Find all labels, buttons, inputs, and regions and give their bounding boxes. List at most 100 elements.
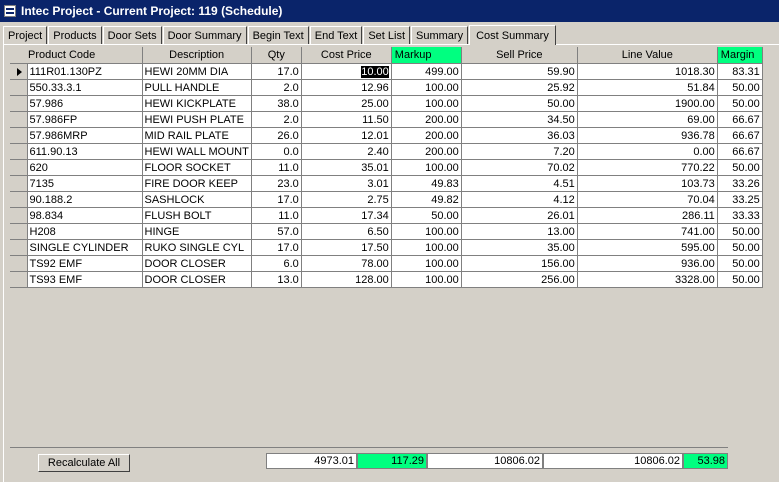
row-selector[interactable]	[10, 63, 28, 80]
cell-product-code[interactable]: 57.986	[27, 95, 143, 112]
cell-margin[interactable]: 66.67	[717, 111, 763, 128]
cell-sell-price[interactable]: 36.03	[461, 127, 578, 144]
cell-product-code[interactable]: TS93 EMF	[27, 271, 143, 288]
cell-qty[interactable]: 38.0	[251, 95, 302, 112]
cell-line-value[interactable]: 1900.00	[577, 95, 718, 112]
cell-product-code[interactable]: 550.33.3.1	[27, 79, 143, 96]
row-selector[interactable]	[10, 143, 28, 160]
cell-line-value[interactable]: 1018.30	[577, 63, 718, 80]
row-selector[interactable]	[10, 127, 28, 144]
cell-margin[interactable]: 50.00	[717, 255, 763, 272]
cell-markup[interactable]: 499.00	[391, 63, 462, 80]
table-row[interactable]: 90.188.2 SASHLOCK 17.0 2.75 49.82 4.12 70.04 33…	[10, 191, 763, 208]
cell-description[interactable]: HEWI PUSH PLATE	[142, 111, 252, 128]
cell-qty[interactable]: 0.0	[251, 143, 302, 160]
cell-qty[interactable]: 17.0	[251, 239, 302, 256]
cell-line-value[interactable]: 936.78	[577, 127, 718, 144]
cell-cost-price[interactable]: 11.50	[301, 111, 392, 128]
cell-cost-price[interactable]: 35.01	[301, 159, 392, 176]
cell-cost-price[interactable]: 10.00	[301, 63, 392, 80]
cell-cost-price[interactable]: 78.00	[301, 255, 392, 272]
cell-description[interactable]: HEWI 20MM DIA	[142, 63, 252, 80]
cell-qty[interactable]: 2.0	[251, 111, 302, 128]
cell-description[interactable]: HINGE	[142, 223, 252, 240]
cell-description[interactable]: FLOOR SOCKET	[142, 159, 252, 176]
cell-markup[interactable]: 50.00	[391, 207, 462, 224]
cell-line-value[interactable]: 51.84	[577, 79, 718, 96]
cell-description[interactable]: MID RAIL PLATE	[142, 127, 252, 144]
row-selector[interactable]	[10, 175, 28, 192]
tab-products[interactable]: Products	[48, 26, 102, 44]
cell-sell-price[interactable]: 50.00	[461, 95, 578, 112]
cell-description[interactable]: HEWI WALL MOUNT	[142, 143, 252, 160]
tab-set-list[interactable]: Set List	[363, 26, 411, 44]
row-selector[interactable]	[10, 239, 28, 256]
cell-qty[interactable]: 11.0	[251, 159, 302, 176]
cell-cost-price[interactable]: 17.34	[301, 207, 392, 224]
col-header-line-value[interactable]: Line Value	[577, 47, 718, 64]
cell-cost-price[interactable]: 6.50	[301, 223, 392, 240]
cell-sell-price[interactable]: 59.90	[461, 63, 578, 80]
cell-qty[interactable]: 2.0	[251, 79, 302, 96]
col-header-qty[interactable]: Qty	[251, 47, 302, 64]
cell-product-code[interactable]: 620	[27, 159, 143, 176]
cell-margin[interactable]: 66.67	[717, 127, 763, 144]
row-selector[interactable]	[10, 207, 28, 224]
cell-markup[interactable]: 49.82	[391, 191, 462, 208]
cell-description[interactable]: FIRE DOOR KEEP	[142, 175, 252, 192]
cell-product-code[interactable]: 57.986FP	[27, 111, 143, 128]
cell-sell-price[interactable]: 70.02	[461, 159, 578, 176]
cell-markup[interactable]: 100.00	[391, 255, 462, 272]
cell-line-value[interactable]: 103.73	[577, 175, 718, 192]
cell-line-value[interactable]: 595.00	[577, 239, 718, 256]
cell-qty[interactable]: 26.0	[251, 127, 302, 144]
cell-sell-price[interactable]: 13.00	[461, 223, 578, 240]
cell-line-value[interactable]: 69.00	[577, 111, 718, 128]
cell-product-code[interactable]: H208	[27, 223, 143, 240]
cell-markup[interactable]: 100.00	[391, 95, 462, 112]
row-selector[interactable]	[10, 95, 28, 112]
tab-summary[interactable]: Summary	[411, 26, 469, 44]
tab-project[interactable]: Project	[3, 26, 48, 44]
cell-sell-price[interactable]: 4.12	[461, 191, 578, 208]
table-row[interactable]: 57.986MRP MID RAIL PLATE 26.0 12.01 200.00 36…	[10, 127, 763, 144]
table-row[interactable]: 611.90.13 HEWI WALL MOUNT 0.0 2.40 200.00 7.2…	[10, 143, 763, 160]
row-selector[interactable]	[10, 159, 28, 176]
cell-description[interactable]: DOOR CLOSER	[142, 271, 252, 288]
row-selector[interactable]	[10, 79, 28, 96]
col-header-cost-price[interactable]: Cost Price	[301, 47, 392, 64]
cell-cost-price[interactable]: 25.00	[301, 95, 392, 112]
cell-line-value[interactable]: 770.22	[577, 159, 718, 176]
cell-markup[interactable]: 100.00	[391, 159, 462, 176]
tab-end-text[interactable]: End Text	[309, 26, 363, 44]
cell-qty[interactable]: 13.0	[251, 271, 302, 288]
cell-margin[interactable]: 33.25	[717, 191, 763, 208]
cell-cost-price[interactable]: 12.01	[301, 127, 392, 144]
table-row[interactable]: 57.986FP HEWI PUSH PLATE 2.0 11.50 200.00 34.…	[10, 111, 763, 128]
cell-margin[interactable]: 50.00	[717, 239, 763, 256]
cell-qty[interactable]: 57.0	[251, 223, 302, 240]
table-row[interactable]: H208 HINGE 57.0 6.50 100.00 13.00 741.00 50.00	[10, 223, 763, 240]
cell-product-code[interactable]: 98.834	[27, 207, 143, 224]
cell-cost-price[interactable]: 2.75	[301, 191, 392, 208]
cell-product-code[interactable]: 90.188.2	[27, 191, 143, 208]
cell-sell-price[interactable]: 256.00	[461, 271, 578, 288]
table-row[interactable]: 57.986 HEWI KICKPLATE 38.0 25.00 100.00 50.00…	[10, 95, 763, 112]
table-row[interactable]: 7135 FIRE DOOR KEEP 23.0 3.01 49.83 4.51 103.7…	[10, 175, 763, 192]
cell-cost-price[interactable]: 3.01	[301, 175, 392, 192]
cell-product-code[interactable]: 611.90.13	[27, 143, 143, 160]
cell-margin[interactable]: 33.26	[717, 175, 763, 192]
cell-markup[interactable]: 200.00	[391, 127, 462, 144]
cell-sell-price[interactable]: 35.00	[461, 239, 578, 256]
cell-product-code[interactable]: SINGLE CYLINDER	[27, 239, 143, 256]
cell-sell-price[interactable]: 25.92	[461, 79, 578, 96]
cell-sell-price[interactable]: 34.50	[461, 111, 578, 128]
table-row[interactable]: TS93 EMF DOOR CLOSER 13.0 128.00 100.00 256.0…	[10, 271, 763, 288]
cell-qty[interactable]: 6.0	[251, 255, 302, 272]
cell-margin[interactable]: 50.00	[717, 79, 763, 96]
row-selector[interactable]	[10, 223, 28, 240]
col-header-margin[interactable]: Margin	[717, 47, 763, 64]
cell-description[interactable]: SASHLOCK	[142, 191, 252, 208]
cell-line-value[interactable]: 70.04	[577, 191, 718, 208]
cell-qty[interactable]: 17.0	[251, 191, 302, 208]
